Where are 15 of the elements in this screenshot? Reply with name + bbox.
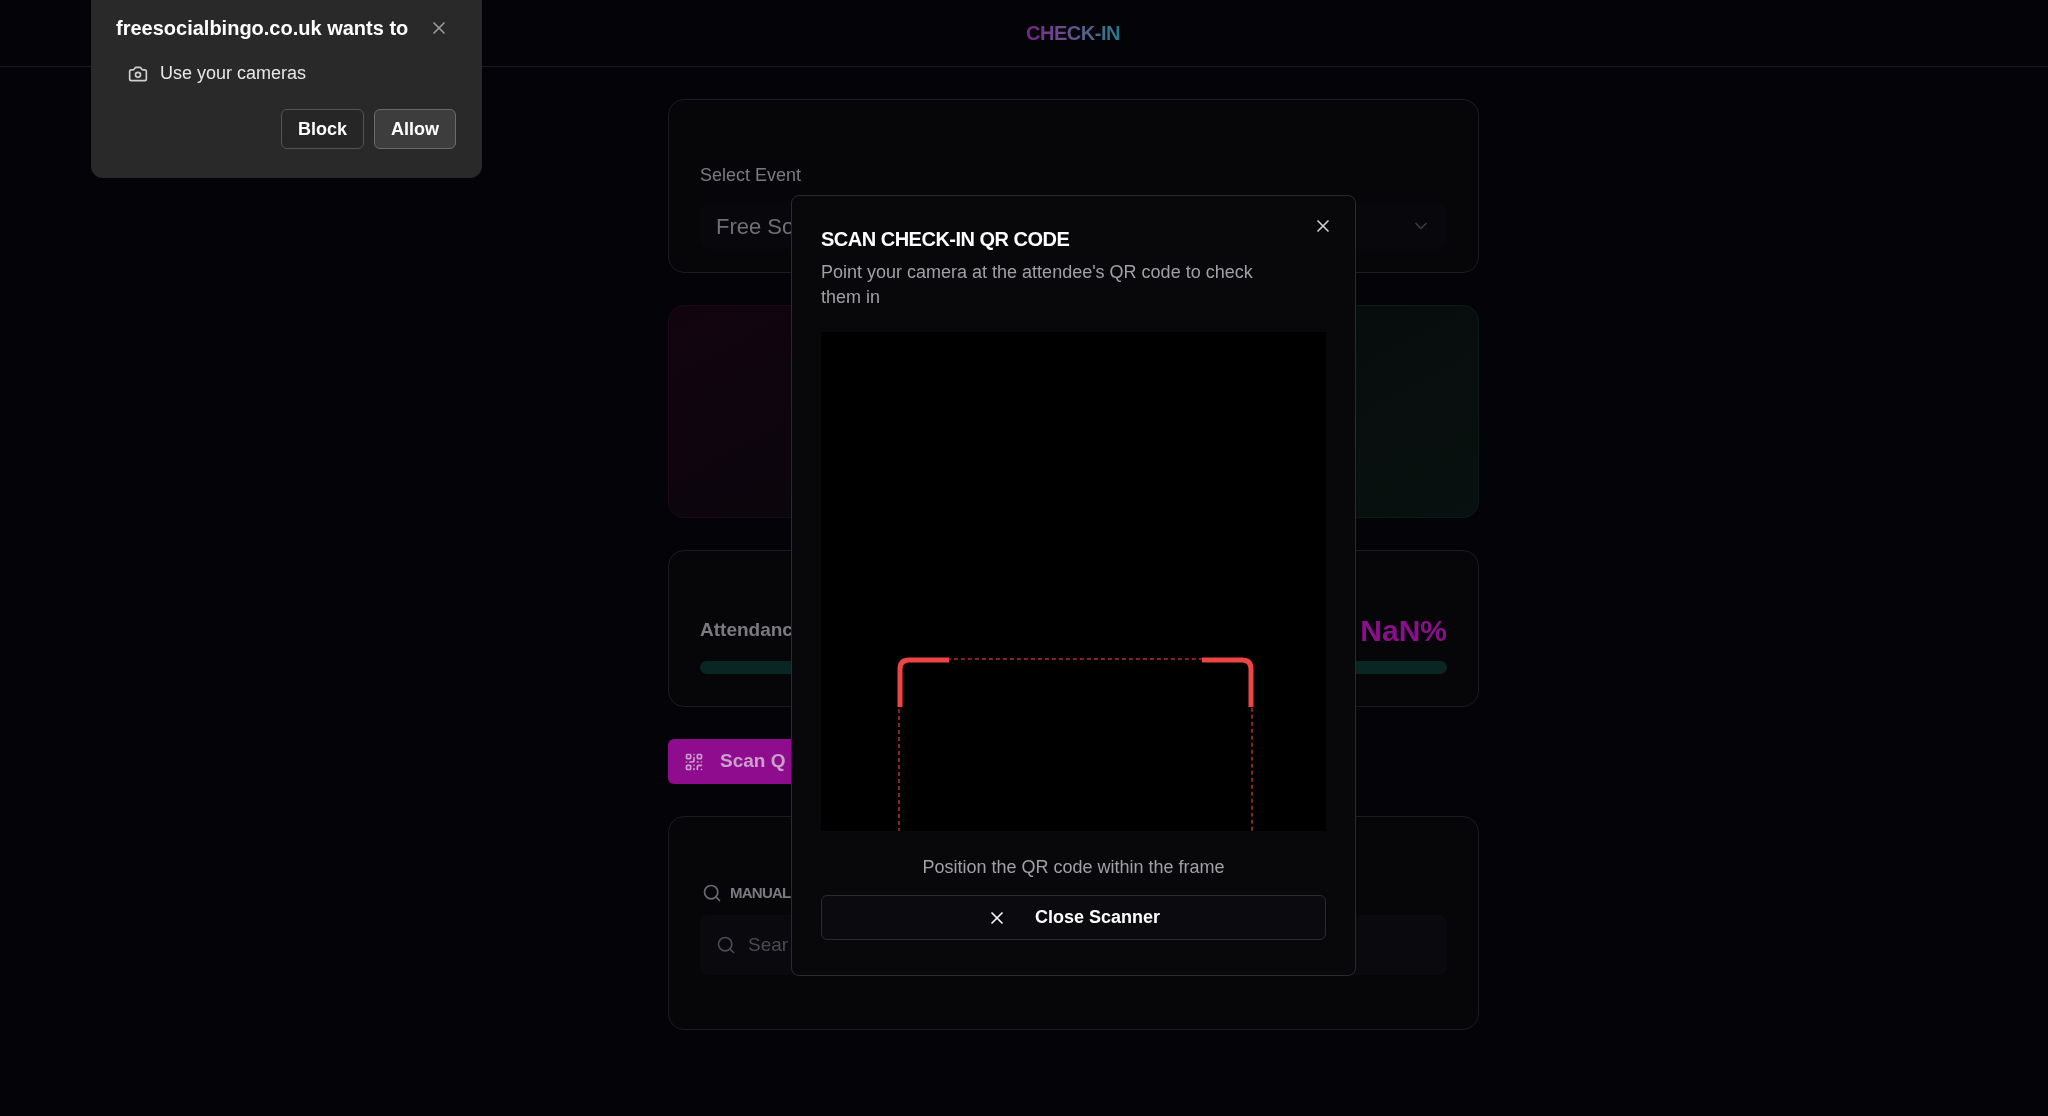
attendance-label: Attendanc [700, 617, 793, 642]
search-icon [716, 935, 736, 955]
close-scanner-button[interactable]: Close Scanner [821, 895, 1326, 940]
qr-code-icon [684, 751, 704, 772]
popup-title: freesocialbingo.co.uk wants to [116, 16, 409, 41]
section-heading: MANUAL [730, 882, 791, 903]
search-icon [702, 883, 722, 903]
dialog-description: Point your camera at the attendee's QR code to check them in [821, 261, 1254, 309]
field-label: Select Event [700, 164, 803, 187]
permission-text: Use your cameras [160, 62, 307, 85]
permission-button[interactable]: Block [280, 109, 364, 149]
scanner-hint: Position the QR code within the frame [921, 856, 1226, 879]
permission-button[interactable]: Allow [374, 109, 456, 149]
attendance-percent: NaN% [1360, 612, 1447, 649]
dialog-title: SCAN CHECK-IN QR CODE [821, 227, 1071, 252]
